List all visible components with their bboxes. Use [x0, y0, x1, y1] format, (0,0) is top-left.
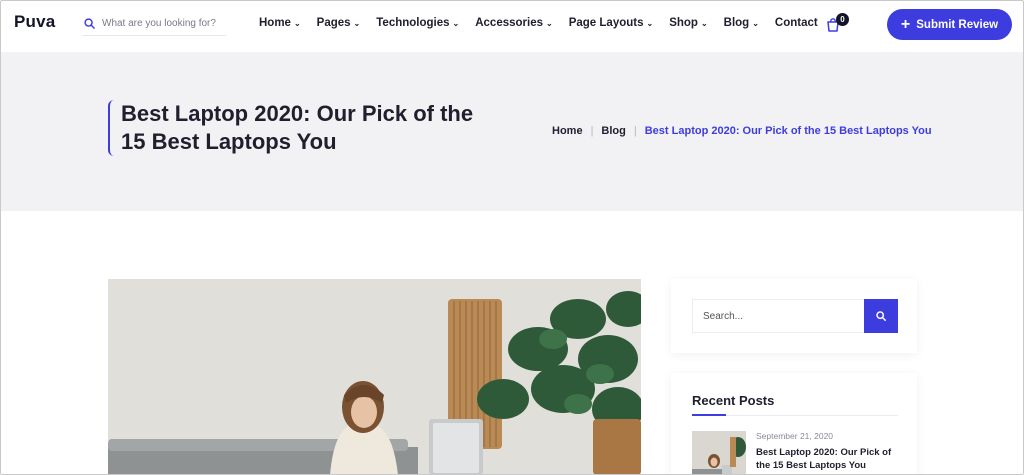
cart-button[interactable]: 0 [826, 13, 850, 36]
chevron-down-icon: ⌄ [546, 18, 553, 28]
plus-icon: + [900, 15, 911, 33]
featured-photo [108, 279, 641, 475]
sidebar-search [692, 299, 898, 333]
recent-post-date: September 21, 2020 [756, 431, 834, 441]
header-search[interactable] [82, 12, 226, 36]
nav-item-label: Home [259, 17, 291, 29]
recent-post-meta: September 21, 2020 Best Laptop 2020: Our… [756, 431, 898, 475]
cart-count-badge: 0 [836, 13, 849, 26]
logo[interactable]: Puva [14, 12, 55, 32]
page-title: Best Laptop 2020: Our Pick of the 15 Bes… [121, 101, 474, 154]
breadcrumb-separator: | [633, 125, 637, 137]
chevron-down-icon: ⌄ [700, 18, 708, 28]
search-icon [876, 309, 886, 324]
recent-post-thumbnail[interactable] [692, 431, 746, 475]
recent-posts-widget: Recent Posts September 21, 2020 Best Lap… [671, 373, 917, 475]
nav-item-label: Shop [669, 17, 698, 29]
nav-item-label: Page Layouts [568, 17, 644, 29]
breadcrumb-separator: | [590, 125, 594, 137]
recent-post-item[interactable]: September 21, 2020 Best Laptop 2020: Our… [692, 431, 898, 475]
nav-item-blog[interactable]: Blog ⌄ [724, 17, 759, 29]
nav-item-home[interactable]: Home ⌄ [259, 17, 301, 29]
recent-posts-title: Recent Posts [692, 393, 775, 408]
breadcrumb-blog[interactable]: Blog [601, 125, 625, 137]
nav-item-accessories[interactable]: Accessories ⌄ [475, 17, 552, 29]
search-icon[interactable] [82, 17, 96, 31]
featured-image [108, 279, 641, 475]
chevron-down-icon: ⌄ [452, 18, 460, 28]
nav-item-page-layouts[interactable]: Page Layouts ⌄ [569, 17, 653, 29]
chevron-down-icon: ⌄ [646, 18, 654, 28]
breadcrumb-home[interactable]: Home [552, 125, 583, 137]
submit-review-label: Submit Review [916, 18, 999, 31]
main-nav: Home ⌄ Pages ⌄ Technologies ⌄ Accessories ⌄ … [259, 17, 834, 29]
divider-accent [692, 414, 726, 416]
nav-item-shop[interactable]: Shop ⌄ [669, 17, 707, 29]
chevron-down-icon: ⌄ [293, 18, 301, 28]
header-search-input[interactable] [102, 18, 222, 29]
nav-item-label: Accessories [475, 17, 544, 29]
sidebar-search-input[interactable] [692, 299, 864, 333]
chevron-down-icon: ⌄ [353, 18, 361, 28]
nav-item-contact[interactable]: Contact [775, 17, 818, 29]
sidebar-search-widget [671, 279, 917, 353]
page-title-wrap: Best Laptop 2020: Our Pick of the 15 Bes… [108, 100, 478, 156]
nav-item-label: Contact [774, 17, 818, 29]
breadcrumb-current: Best Laptop 2020: Our Pick of the 15 Bes… [644, 125, 932, 137]
site-header: Puva Home⌄ Pages⌄ Technologies⌄ Accessor… [0, 0, 1024, 52]
submit-review-button[interactable]: + Submit Review [887, 9, 1012, 40]
nav-item-label: Blog [723, 17, 750, 29]
recent-post-title[interactable]: Best Laptop 2020: Our Pick of the 15 Bes… [756, 446, 898, 472]
page-banner: Best Laptop 2020: Our Pick of the 15 Bes… [0, 52, 1024, 211]
chevron-down-icon: ⌄ [752, 18, 759, 28]
nav-item-label: Technologies [376, 17, 450, 29]
sidebar-search-button[interactable] [864, 299, 898, 333]
breadcrumb: Home | Blog | Best Laptop 2020: Our Pick… [552, 125, 932, 137]
nav-item-pages[interactable]: Pages ⌄ [317, 17, 361, 29]
nav-item-label: Pages [316, 17, 351, 29]
nav-item-technologies[interactable]: Technologies ⌄ [376, 17, 459, 29]
